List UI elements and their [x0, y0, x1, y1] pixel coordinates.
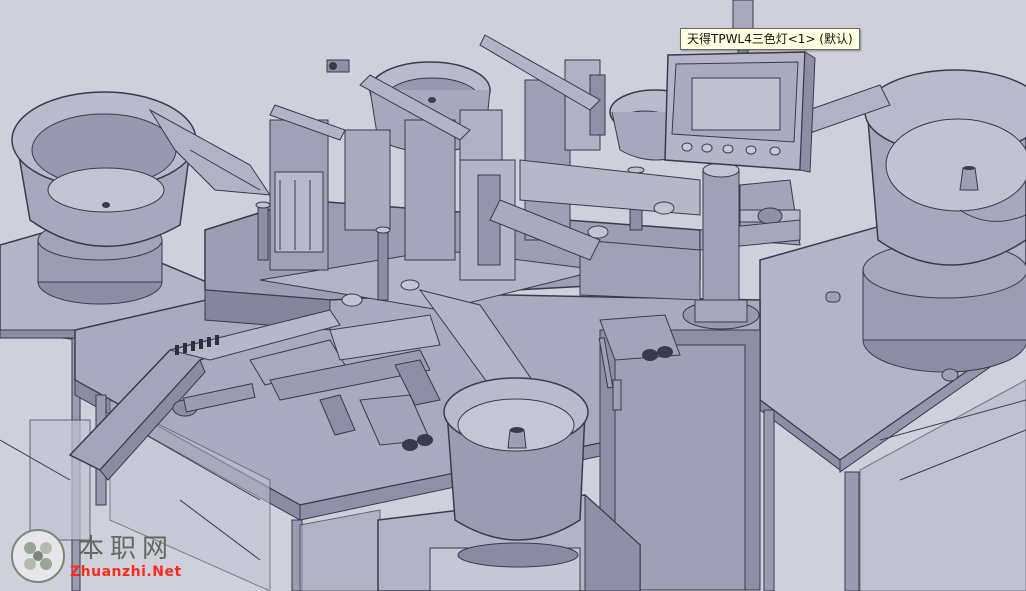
watermark-title: 本职网 [78, 534, 175, 564]
cad-viewport[interactable]: 天得TPWL4三色灯<1> (默认) 本职网 Zhuanzhi.Net [0, 0, 1026, 591]
hmi-control-panel[interactable] [664, 51, 816, 173]
small-part [326, 59, 350, 73]
watermark: 本职网 Zhuanzhi.Net [6, 526, 196, 586]
assembly-model[interactable] [0, 0, 1026, 591]
component-tooltip: 天得TPWL4三色灯<1> (默认) [680, 28, 860, 50]
hmi-screen[interactable] [691, 77, 781, 131]
watermark-logo-icon [11, 529, 65, 583]
watermark-url: Zhuanzhi.Net [70, 564, 182, 580]
